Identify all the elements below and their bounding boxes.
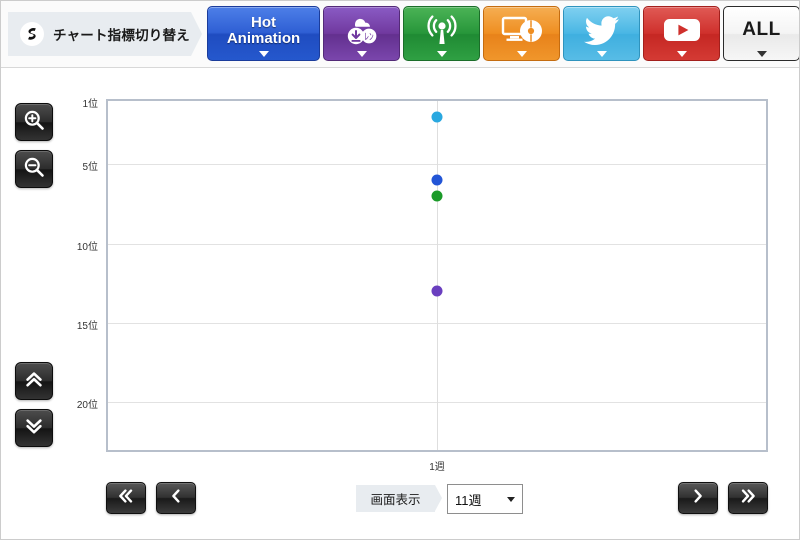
metric-switch-label-chip: チャート指標切り替え — [8, 12, 202, 56]
chevron-down-icon — [258, 51, 269, 57]
tab-download[interactable]: ﾚﾝ — [323, 6, 400, 61]
prev-page-button[interactable] — [156, 482, 196, 514]
tab-hot-animation-label: Hot Animation — [226, 13, 301, 47]
svg-text:ﾚﾝ: ﾚﾝ — [364, 32, 374, 43]
scroll-up-button[interactable] — [15, 362, 53, 400]
display-mode-label-text: 画面表示 — [370, 493, 421, 507]
broadcast-tower-icon — [425, 14, 459, 46]
youtube-play-icon — [662, 16, 702, 44]
gridline-x-0 — [437, 101, 438, 450]
y-axis-tick-label: 10位 — [76, 241, 98, 253]
last-page-button[interactable] — [728, 482, 768, 514]
tab-hot-animation[interactable]: Hot Animation — [207, 6, 320, 61]
chevron-down-icon — [356, 51, 367, 57]
double-chevron-down-icon — [23, 415, 45, 442]
chevron-right-icon — [690, 488, 706, 509]
top-toolbar: チャート指標切り替え Hot Animation ﾚﾝ ALL — [0, 0, 800, 68]
week-range-selected-value: 11週 — [455, 492, 482, 508]
chevron-down-icon — [756, 51, 767, 57]
chart-body: 1位 5位 10位 15位 20位 1週 画面表示 — [0, 68, 800, 540]
y-axis-tick-label: 15位 — [76, 321, 98, 333]
next-page-button[interactable] — [678, 482, 718, 514]
y-axis-tick-label: 20位 — [76, 400, 98, 412]
y-axis-tick-label: 5位 — [82, 162, 98, 174]
zoom-in-icon — [23, 109, 45, 136]
swirl-icon — [20, 22, 44, 46]
double-chevron-right-icon — [738, 488, 758, 509]
chart-app-window: チャート指標切り替え Hot Animation ﾚﾝ ALL 1位 5位 10… — [0, 0, 800, 540]
week-range-select[interactable]: 11週 — [447, 484, 523, 514]
chevron-down-icon — [676, 51, 687, 57]
y-axis-tick-label: 1位 — [82, 99, 98, 110]
scroll-down-button[interactable] — [15, 409, 53, 447]
double-chevron-up-icon — [23, 368, 45, 395]
zoom-in-button[interactable] — [15, 103, 53, 141]
tab-hot-animation-line2: Animation — [226, 29, 301, 47]
zoom-out-button[interactable] — [15, 150, 53, 188]
tab-youtube[interactable] — [643, 6, 720, 61]
data-point-series-cyan[interactable] — [431, 111, 443, 123]
tab-hot-animation-line1: Hot — [251, 13, 276, 31]
data-point-series-green[interactable] — [431, 190, 443, 202]
first-page-button[interactable] — [106, 482, 146, 514]
chevron-down-icon — [516, 51, 527, 57]
chevron-down-icon — [596, 51, 607, 57]
chart-plot-area[interactable] — [106, 99, 768, 452]
metric-switch-label: チャート指標切り替え — [53, 28, 190, 43]
twitter-bird-icon — [583, 14, 621, 46]
tab-package-media[interactable] — [483, 6, 560, 61]
x-axis-tick-label: 1週 — [429, 462, 445, 473]
cloud-download-icon: ﾚﾝ — [342, 13, 382, 47]
double-chevron-left-icon — [116, 488, 136, 509]
tab-twitter[interactable] — [563, 6, 640, 61]
data-point-series-blue[interactable] — [431, 174, 443, 186]
chevron-down-icon — [507, 496, 515, 502]
display-mode-label: 画面表示 — [356, 485, 442, 512]
chevron-down-icon — [436, 51, 447, 57]
tab-broadcast[interactable] — [403, 6, 480, 61]
zoom-out-icon — [23, 156, 45, 183]
tab-all-label: ALL — [742, 19, 781, 40]
monitor-disc-icon — [500, 14, 544, 46]
tab-all[interactable]: ALL — [723, 6, 800, 61]
data-point-series-purple[interactable] — [431, 285, 443, 297]
chevron-left-icon — [168, 488, 184, 509]
metric-tab-row: Hot Animation ﾚﾝ ALL — [207, 6, 800, 62]
